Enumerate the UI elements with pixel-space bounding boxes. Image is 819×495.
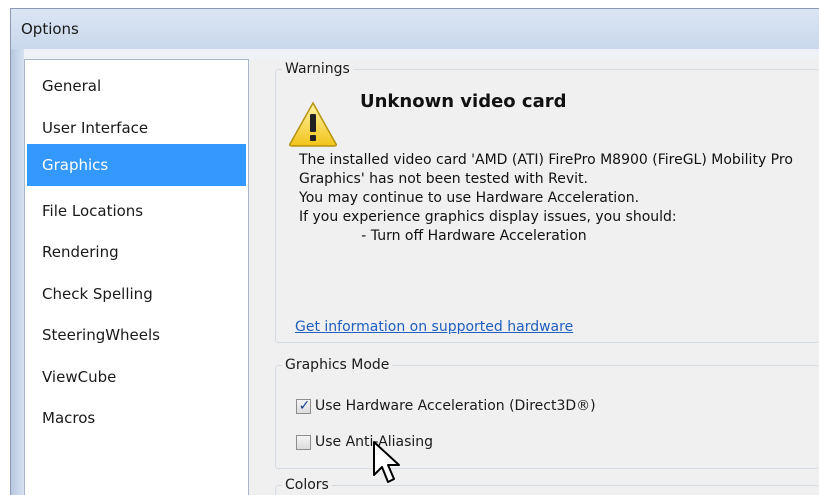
sidebar-item-label: Graphics bbox=[42, 156, 109, 174]
sidebar-item-file-locations[interactable]: File Locations bbox=[27, 191, 246, 231]
hardware-acceleration-option[interactable]: ✓ Use Hardware Acceleration (Direct3D®) bbox=[296, 396, 596, 416]
sidebar-item-label: Macros bbox=[42, 409, 96, 427]
warning-title: Unknown video card bbox=[360, 91, 567, 112]
warning-message: The installed video card 'AMD (ATI) Fire… bbox=[299, 152, 793, 244]
graphics-mode-legend: Graphics Mode bbox=[285, 357, 390, 373]
sidebar-item-label: SteeringWheels bbox=[42, 326, 161, 344]
hardware-acceleration-label: Use Hardware Acceleration (Direct3D®) bbox=[315, 398, 596, 414]
sidebar-item-general[interactable]: General bbox=[27, 66, 246, 106]
sidebar-item-steeringwheels[interactable]: SteeringWheels bbox=[27, 315, 246, 355]
sidebar-item-label: General bbox=[42, 77, 102, 95]
graphics-mode-group: Graphics Mode ✓ Use Hardware Acceleratio… bbox=[275, 357, 819, 469]
supported-hardware-link[interactable]: Get information on supported hardware bbox=[295, 319, 573, 335]
options-panel: Warnings Unknown video card The installe… bbox=[249, 59, 819, 495]
anti-aliasing-checkbox[interactable] bbox=[296, 434, 311, 450]
sidebar-item-label: Rendering bbox=[42, 243, 119, 261]
sidebar-item-label: ViewCube bbox=[42, 368, 117, 386]
sidebar-item-check-spelling[interactable]: Check Spelling bbox=[27, 274, 246, 314]
hardware-acceleration-checkbox[interactable]: ✓ bbox=[296, 397, 311, 414]
checkmark-icon: ✓ bbox=[298, 397, 311, 414]
title-bar[interactable]: Options bbox=[11, 9, 819, 49]
window-frame bbox=[11, 49, 24, 495]
window-title: Options bbox=[21, 20, 79, 38]
sidebar-item-label: File Locations bbox=[42, 202, 144, 220]
options-dialog: Options General User Interface Graphics … bbox=[10, 8, 819, 495]
options-sidebar: General User Interface Graphics File Loc… bbox=[24, 59, 249, 495]
warnings-legend: Warnings bbox=[285, 61, 350, 77]
mouse-pointer-icon bbox=[373, 441, 400, 483]
sidebar-item-graphics[interactable]: Graphics bbox=[27, 144, 246, 186]
warning-triangle-icon bbox=[289, 101, 337, 147]
sidebar-item-user-interface[interactable]: User Interface bbox=[27, 108, 246, 148]
warnings-group: Warnings Unknown video card The installe… bbox=[275, 61, 819, 343]
anti-aliasing-option[interactable]: Use Anti-Aliasing bbox=[296, 432, 433, 452]
sidebar-item-viewcube[interactable]: ViewCube bbox=[27, 357, 246, 397]
sidebar-item-rendering[interactable]: Rendering bbox=[27, 232, 246, 272]
colors-legend: Colors bbox=[285, 477, 329, 493]
sidebar-item-macros[interactable]: Macros bbox=[27, 398, 246, 438]
sidebar-item-label: Check Spelling bbox=[42, 285, 153, 303]
colors-group: Colors bbox=[275, 477, 819, 495]
sidebar-item-label: User Interface bbox=[42, 119, 149, 137]
